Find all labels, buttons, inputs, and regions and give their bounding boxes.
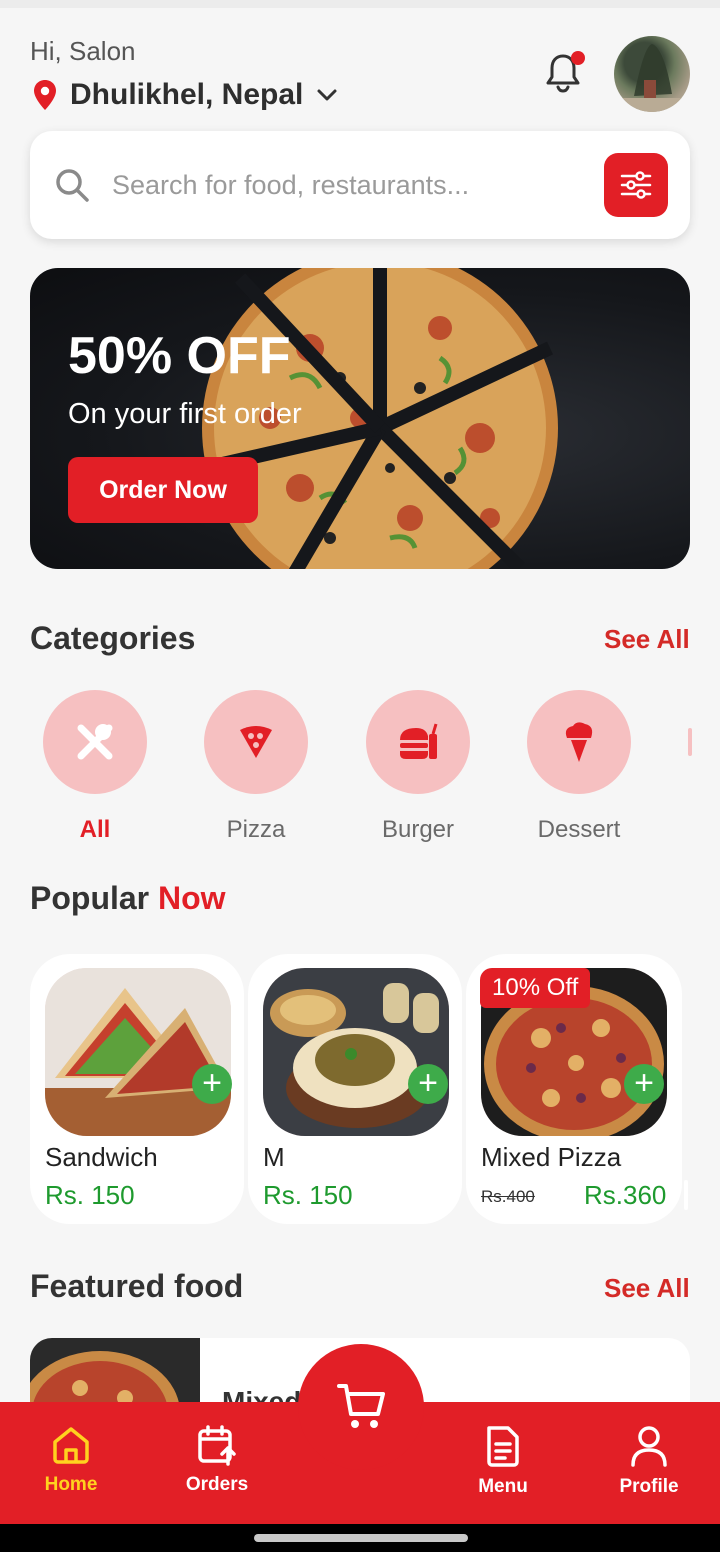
cart-icon <box>337 1384 385 1428</box>
search-icon <box>56 169 89 202</box>
category-next-partial <box>688 728 692 756</box>
utensils-icon <box>77 724 113 760</box>
category-label: Pizza <box>226 816 286 843</box>
popular-title: Popular Now <box>30 880 226 916</box>
nav-profile[interactable]: Profile <box>589 1424 709 1498</box>
food-price: Rs. 150 <box>263 1180 353 1210</box>
food-name: M <box>263 1142 285 1172</box>
category-label: Dessert <box>537 816 621 843</box>
burger-icon <box>400 723 438 759</box>
category-label: Burger <box>381 816 455 843</box>
location-pin-icon <box>34 80 56 110</box>
food-name: Mixed Pizza <box>481 1142 622 1172</box>
location-selector[interactable]: Dhulikhel, Nepal <box>32 78 339 112</box>
search-input[interactable] <box>112 159 582 211</box>
filter-button[interactable] <box>604 153 668 217</box>
calendar-upload-icon <box>198 1425 236 1466</box>
popular-card-m[interactable]: + M Rs. 150 <box>248 954 462 1224</box>
user-icon <box>631 1426 667 1467</box>
old-price: Rs.400 <box>481 1187 535 1206</box>
add-to-cart-button[interactable]: + <box>624 1064 664 1104</box>
location-label: Dhulikhel, Nepal <box>70 78 304 111</box>
nav-orders[interactable]: Orders <box>157 1424 277 1496</box>
popular-card-mixed-pizza[interactable]: 10% Off + Mixed Pizza Rs.400 Rs.360 <box>466 954 682 1224</box>
nav-label: Menu <box>478 1476 528 1497</box>
popular-card-sandwich[interactable]: + Sandwich Rs. 150 <box>30 954 244 1224</box>
sandwich-photo <box>45 968 231 1136</box>
order-now-button[interactable]: Order Now <box>68 457 258 523</box>
pizza-icon <box>240 726 272 758</box>
avatar[interactable] <box>614 36 690 112</box>
biryani-photo <box>263 968 449 1136</box>
add-to-cart-button[interactable]: + <box>408 1064 448 1104</box>
food-price: Rs.360 <box>584 1180 667 1210</box>
featured-see-all-link[interactable]: See All <box>604 1273 690 1304</box>
category-pizza[interactable]: Pizza <box>204 690 308 844</box>
home-icon <box>53 1427 89 1464</box>
home-gesture-handle[interactable] <box>254 1534 468 1542</box>
category-dessert[interactable]: Dessert <box>527 690 631 844</box>
popular-next-partial <box>684 1180 688 1210</box>
ice-cream-icon <box>565 722 593 762</box>
category-all[interactable]: All <box>43 690 147 844</box>
categories-title: Categories <box>30 620 196 656</box>
sliders-icon <box>620 171 652 199</box>
notification-dot <box>571 51 585 65</box>
nav-home[interactable]: Home <box>11 1424 131 1496</box>
discount-badge: 10% Off <box>480 968 591 1008</box>
greeting-text: Hi, Salon <box>30 36 136 66</box>
status-bar <box>0 0 720 8</box>
chevron-down-icon <box>317 89 337 101</box>
search-bar <box>30 131 690 239</box>
document-icon <box>487 1426 519 1467</box>
cart-button[interactable] <box>298 1344 424 1470</box>
nav-label: Orders <box>185 1474 249 1495</box>
nav-menu[interactable]: Menu <box>443 1424 563 1498</box>
add-to-cart-button[interactable]: + <box>192 1064 232 1104</box>
category-label: All <box>79 816 111 843</box>
banner-subtitle: On your first order <box>68 398 302 430</box>
promo-banner[interactable]: 50% OFF On your first order Order Now <box>30 268 690 569</box>
food-name: Sandwich <box>45 1142 158 1172</box>
nav-label: Profile <box>619 1476 679 1497</box>
banner-title: 50% OFF <box>68 327 291 385</box>
nav-label: Home <box>44 1474 98 1495</box>
categories-see-all-link[interactable]: See All <box>604 624 690 655</box>
food-price: Rs. 150 <box>45 1180 135 1210</box>
featured-title: Featured food <box>30 1268 244 1304</box>
category-burger[interactable]: Burger <box>366 690 470 844</box>
